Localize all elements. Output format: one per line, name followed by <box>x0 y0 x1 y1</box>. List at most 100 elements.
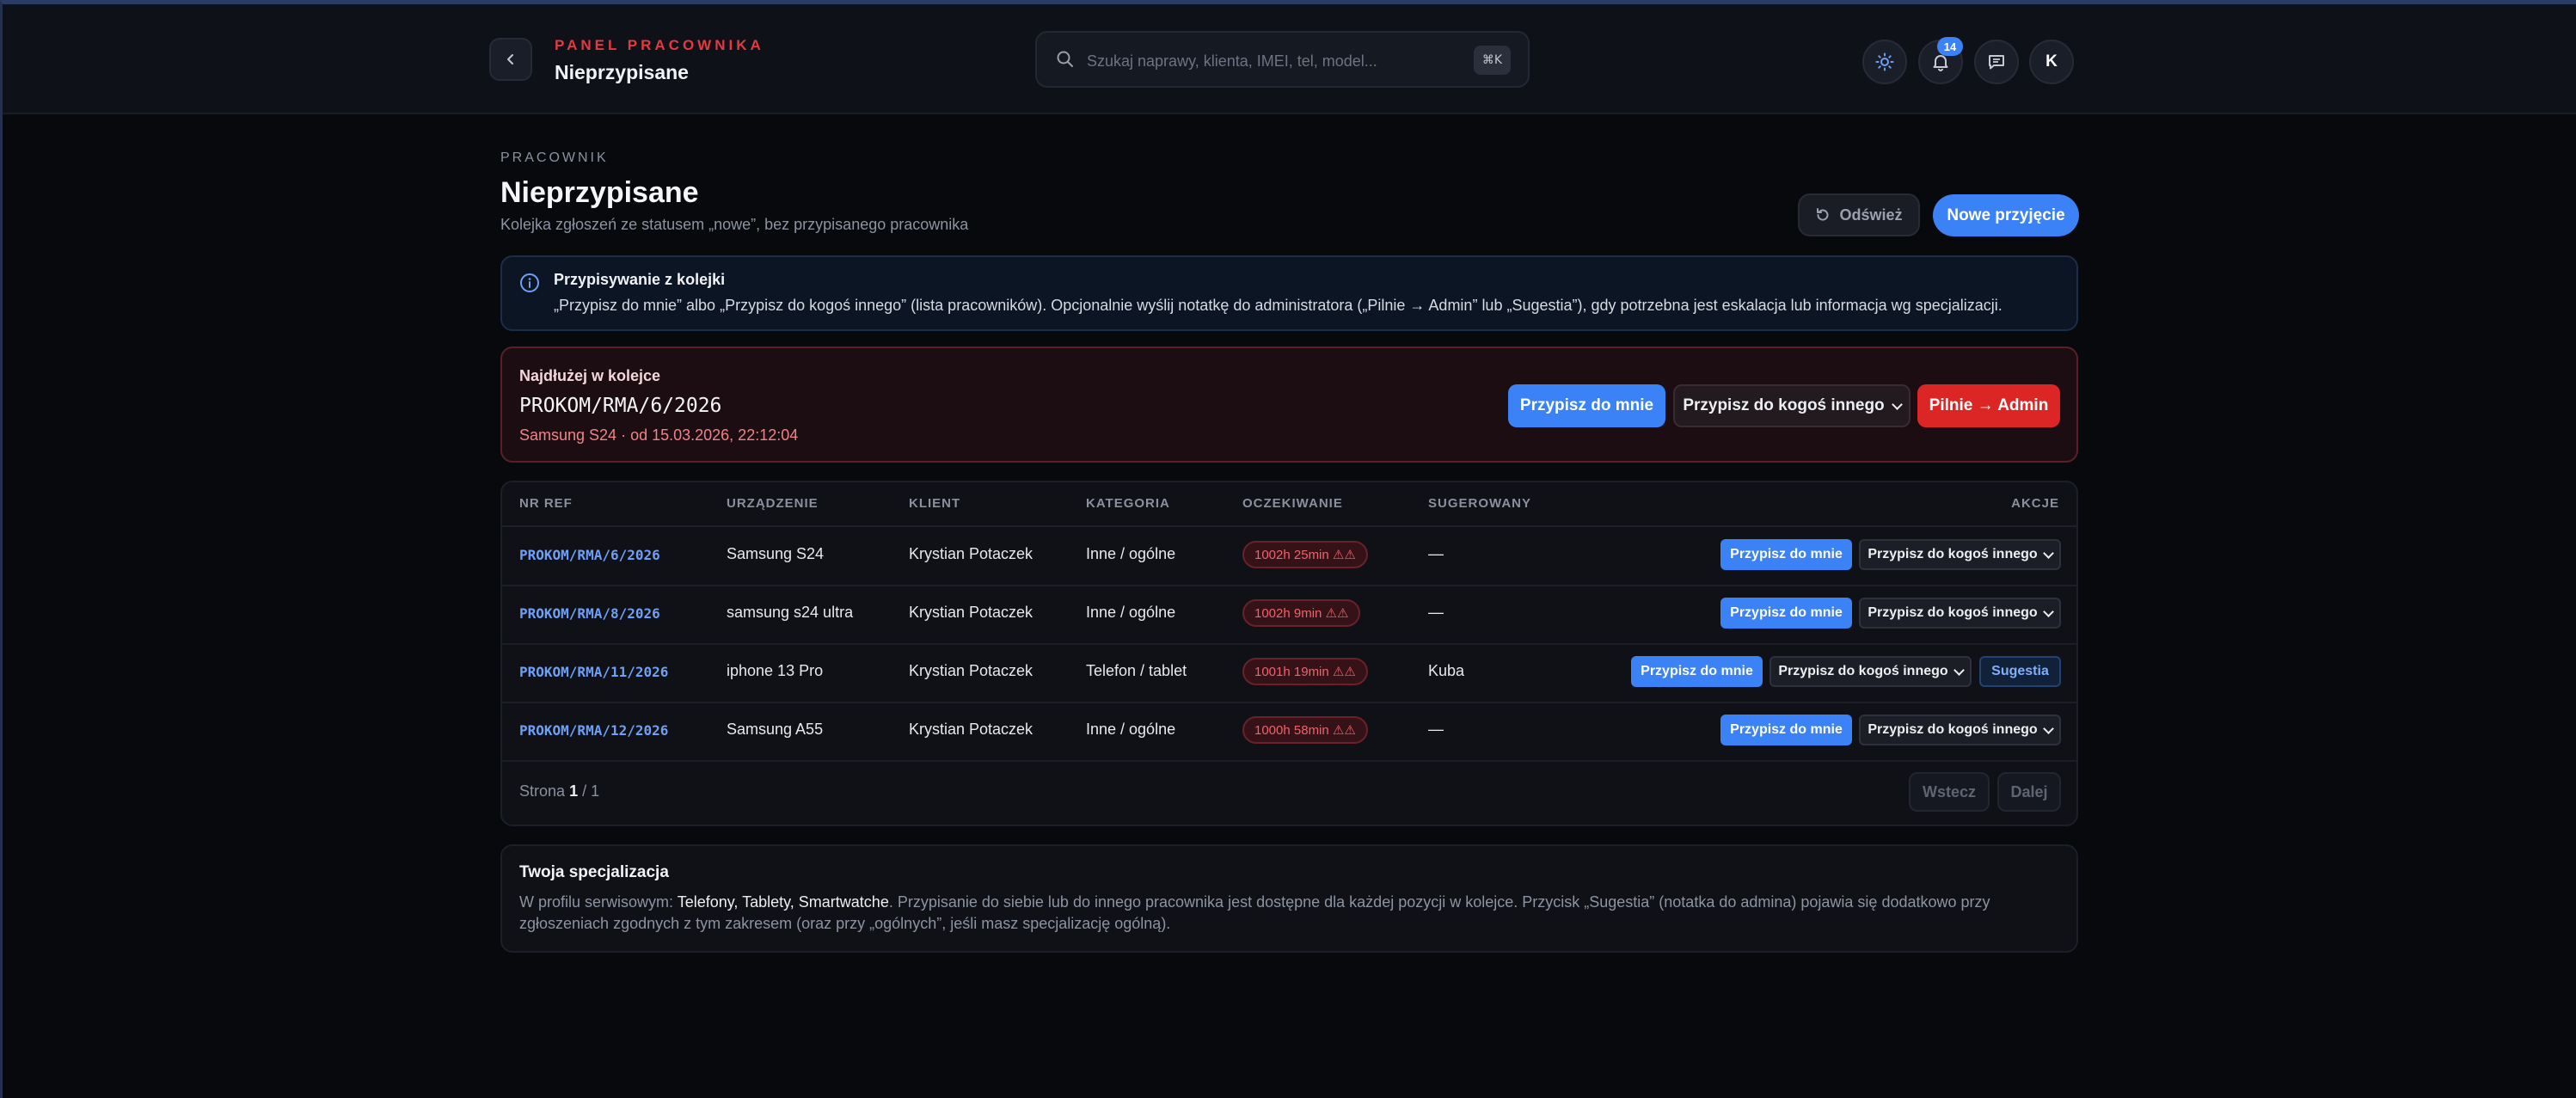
assign-other-label: Przypisz do kogoś innego <box>1868 547 2038 561</box>
assign-other-button[interactable]: Przypisz do kogoś innego <box>1859 715 2061 745</box>
assign-other-label: Przypisz do kogoś innego <box>1778 664 1948 678</box>
row-ref-link[interactable]: PROKOM/RMA/8/2026 <box>519 605 660 622</box>
row-suggested: Kuba <box>1428 662 1465 679</box>
table-row: PROKOM/RMA/12/2026 Samsung A55 Krystian … <box>502 702 2076 762</box>
next-page-button[interactable]: Dalej <box>1997 772 2061 812</box>
spec-text-before: W profilu serwisowym: <box>519 893 678 911</box>
row-suggested: — <box>1428 604 1444 621</box>
col-category: KATEGORIA <box>1086 496 1170 511</box>
row-client: Krystian Potaczek <box>909 604 1033 621</box>
assign-other-label: Przypisz do kogoś innego <box>1868 722 2038 737</box>
messages-button[interactable] <box>1974 40 2019 84</box>
assign-other-label: Przypisz do kogoś innego <box>1868 605 2038 620</box>
theme-icon <box>1875 52 1894 71</box>
pagination-current: 1 <box>569 782 579 800</box>
pagination-prefix: Strona <box>519 782 566 800</box>
new-intake-button[interactable]: Nowe przyjęcie <box>1933 194 2079 236</box>
wait-badge: 1000h 58min ⚠⚠ <box>1242 716 1368 744</box>
longest-ref: PROKOM/RMA/6/2026 <box>519 395 722 417</box>
row-category: Inne / ogólne <box>1086 545 1176 562</box>
row-suggested: — <box>1428 545 1444 562</box>
theme-toggle-button[interactable] <box>1862 40 1907 84</box>
specialization-text: W profilu serwisowym: Telefony, Tablety,… <box>519 892 2058 935</box>
queue-table: NR REF URZĄDZENIE KLIENT KATEGORIA OCZEK… <box>500 481 2078 826</box>
avatar-initial: K <box>2045 52 2058 71</box>
search-icon <box>1057 51 1073 67</box>
back-icon <box>507 54 513 64</box>
row-ref-link[interactable]: PROKOM/RMA/11/2026 <box>519 664 668 680</box>
longest-assign-other-label: Przypisz do kogoś innego <box>1683 396 1885 414</box>
longest-assign-me-button[interactable]: Przypisz do mnie <box>1508 384 1665 427</box>
page-eyebrow: PRACOWNIK <box>500 150 609 165</box>
info-box: Przypisywanie z kolejki „Przypisz do mni… <box>500 255 2078 331</box>
table-row: PROKOM/RMA/11/2026 iphone 13 Pro Krystia… <box>502 643 2076 703</box>
col-client: KLIENT <box>909 496 961 511</box>
row-device: samsung s24 ultra <box>727 604 854 621</box>
chevron-down-icon <box>2042 547 2054 559</box>
assign-other-button[interactable]: Przypisz do kogoś innego <box>1769 656 1972 687</box>
col-suggested: SUGEROWANY <box>1428 496 1532 511</box>
longest-label: Najdłużej w kolejce <box>519 367 661 384</box>
row-device: Samsung S24 <box>727 545 825 562</box>
assign-me-button[interactable]: Przypisz do mnie <box>1631 656 1763 687</box>
refresh-button[interactable]: Odśwież <box>1798 193 1920 236</box>
refresh-icon <box>1817 208 1829 221</box>
assign-other-button[interactable]: Przypisz do kogoś innego <box>1859 598 2061 629</box>
table-row: PROKOM/RMA/8/2026 samsung s24 ultra Krys… <box>502 585 2076 645</box>
pagination-total: / 1 <box>582 782 600 800</box>
specialization-card: Twoja specjalizacja W profilu serwisowym… <box>500 844 2078 953</box>
col-actions: AKCJE <box>2011 496 2059 511</box>
info-text: „Przypisz do mnie” albo „Przypisz do kog… <box>554 297 2003 314</box>
search-shortcut: ⌘K <box>1473 46 1511 75</box>
row-device: iphone 13 Pro <box>727 662 824 679</box>
row-client: Krystian Potaczek <box>909 721 1033 738</box>
chat-icon <box>1989 55 2004 70</box>
back-button[interactable] <box>489 38 532 81</box>
prev-page-button[interactable]: Wstecz <box>1909 772 1990 812</box>
col-wait: OCZEKIWANIE <box>1242 496 1343 511</box>
spec-list: Telefony, Tablety, Smartwatche <box>677 893 889 911</box>
pagination-info: Strona 1 / 1 <box>519 782 599 800</box>
page-title: Nieprzypisane <box>500 176 699 209</box>
longest-assign-other-button[interactable]: Przypisz do kogoś innego <box>1673 384 1911 427</box>
chevron-down-icon <box>1953 664 1965 676</box>
search-input[interactable] <box>1085 45 1458 77</box>
refresh-label: Odśwież <box>1839 205 1903 224</box>
info-title: Przypisywanie z kolejki <box>554 271 726 288</box>
chevron-down-icon <box>2042 722 2054 734</box>
row-category: Telefon / tablet <box>1086 662 1187 679</box>
row-suggested: — <box>1428 721 1444 738</box>
notifications-badge: 14 <box>1937 37 1963 56</box>
row-category: Inne / ogólne <box>1086 604 1176 621</box>
row-ref-link[interactable]: PROKOM/RMA/6/2026 <box>519 547 660 563</box>
assign-other-button[interactable]: Przypisz do kogoś innego <box>1859 539 2061 570</box>
suggest-button[interactable]: Sugestia <box>1979 656 2061 687</box>
row-client: Krystian Potaczek <box>909 662 1033 679</box>
longest-in-queue-card: Najdłużej w kolejce PROKOM/RMA/6/2026 Sa… <box>500 347 2078 463</box>
urgent-admin-button[interactable]: Pilnie → Admin <box>1917 384 2060 427</box>
table-header: NR REF URZĄDZENIE KLIENT KATEGORIA OCZEK… <box>502 482 2076 527</box>
row-category: Inne / ogólne <box>1086 721 1176 738</box>
table-row: PROKOM/RMA/6/2026 Samsung S24 Krystian P… <box>502 526 2076 586</box>
assign-me-button[interactable]: Przypisz do mnie <box>1720 715 1852 745</box>
page-subtitle: Kolejka zgłoszeń ze statusem „nowe”, bez… <box>500 216 969 233</box>
top-bar: PANEL PRACOWNIKA Nieprzypisane ⌘K 14 K <box>3 4 2576 114</box>
panel-label: PANEL PRACOWNIKA <box>555 37 764 53</box>
row-ref-link[interactable]: PROKOM/RMA/12/2026 <box>519 722 668 739</box>
chevron-down-icon <box>1891 398 1903 410</box>
header-title: Nieprzypisane <box>555 61 689 83</box>
chevron-down-icon <box>2042 605 2054 617</box>
specialization-title: Twoja specjalizacja <box>519 863 669 881</box>
avatar[interactable]: K <box>2029 40 2074 84</box>
col-device: URZĄDZENIE <box>727 496 819 511</box>
assign-me-button[interactable]: Przypisz do mnie <box>1720 598 1852 629</box>
col-ref: NR REF <box>519 496 573 511</box>
assign-me-button[interactable]: Przypisz do mnie <box>1720 539 1852 570</box>
wait-badge: 1002h 25min ⚠⚠ <box>1242 541 1368 568</box>
search-box[interactable]: ⌘K <box>1035 31 1530 88</box>
row-device: Samsung A55 <box>727 721 824 738</box>
wait-badge: 1001h 19min ⚠⚠ <box>1242 658 1368 685</box>
longest-meta: Samsung S24 · od 15.03.2026, 22:12:04 <box>519 426 799 444</box>
wait-badge: 1002h 9min ⚠⚠ <box>1242 599 1361 627</box>
info-icon <box>520 273 539 292</box>
